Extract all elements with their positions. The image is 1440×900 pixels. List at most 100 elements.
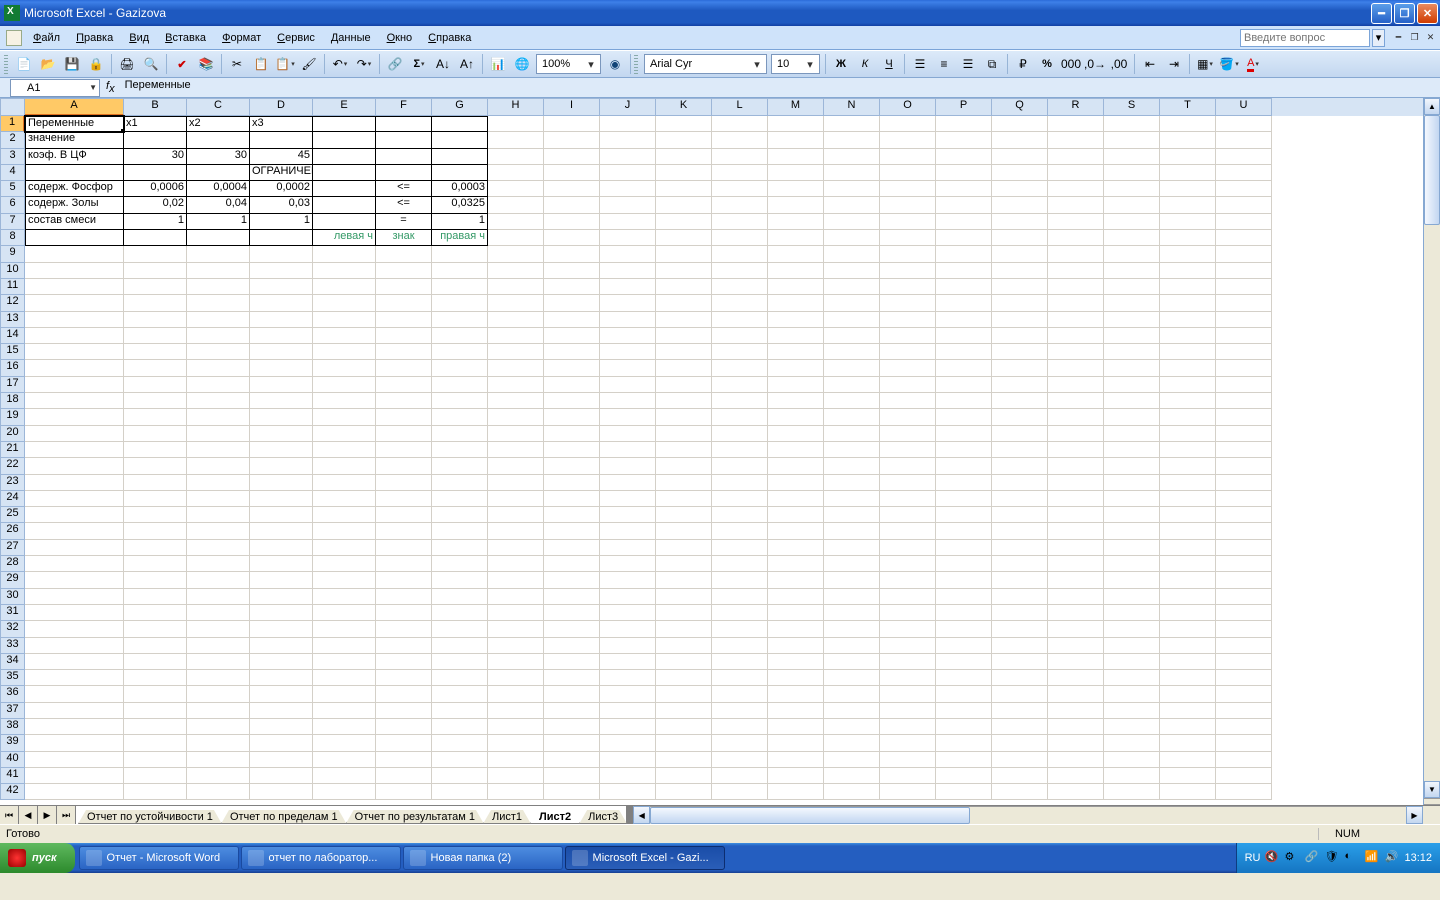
column-header-D[interactable]: D (250, 98, 313, 116)
cell-T19[interactable] (1160, 409, 1216, 425)
cell-N25[interactable] (824, 507, 880, 523)
cell-S25[interactable] (1104, 507, 1160, 523)
cell-U21[interactable] (1216, 442, 1272, 458)
taskbar-button[interactable]: Новая папка (2) (403, 846, 563, 870)
cell-G37[interactable] (432, 703, 488, 719)
cell-E40[interactable] (313, 752, 376, 768)
cell-M7[interactable] (768, 214, 824, 230)
cell-L37[interactable] (712, 703, 768, 719)
row-header-3[interactable]: 3 (0, 149, 25, 165)
cell-I42[interactable] (544, 784, 600, 800)
cell-J36[interactable] (600, 686, 656, 702)
cell-R30[interactable] (1048, 589, 1104, 605)
tab-nav-last[interactable]: ⏭ (57, 806, 76, 824)
menu-окно[interactable]: Окно (380, 29, 420, 47)
row-header-33[interactable]: 33 (0, 638, 25, 654)
cell-S18[interactable] (1104, 393, 1160, 409)
row-header-6[interactable]: 6 (0, 197, 25, 213)
cell-R32[interactable] (1048, 621, 1104, 637)
cell-I41[interactable] (544, 768, 600, 784)
cell-N8[interactable] (824, 230, 880, 246)
cell-J22[interactable] (600, 458, 656, 474)
cell-L15[interactable] (712, 344, 768, 360)
cell-L42[interactable] (712, 784, 768, 800)
align-center-button[interactable]: ≡ (933, 53, 955, 75)
comma-button[interactable]: 000 (1060, 53, 1082, 75)
cell-R38[interactable] (1048, 719, 1104, 735)
cell-G35[interactable] (432, 670, 488, 686)
cell-D5[interactable]: 0,0002 (250, 181, 313, 197)
currency-button[interactable]: ₽ (1012, 53, 1034, 75)
cell-R34[interactable] (1048, 654, 1104, 670)
cell-U23[interactable] (1216, 475, 1272, 491)
cell-E39[interactable] (313, 735, 376, 751)
cell-B41[interactable] (124, 768, 187, 784)
cell-G41[interactable] (432, 768, 488, 784)
cell-E18[interactable] (313, 393, 376, 409)
select-all-corner[interactable] (0, 98, 25, 116)
cell-E21[interactable] (313, 442, 376, 458)
cell-E32[interactable] (313, 621, 376, 637)
column-header-F[interactable]: F (376, 98, 432, 116)
cell-H1[interactable] (488, 116, 544, 132)
cell-K37[interactable] (656, 703, 712, 719)
cell-N7[interactable] (824, 214, 880, 230)
cell-O32[interactable] (880, 621, 936, 637)
cell-Q17[interactable] (992, 377, 1048, 393)
cell-C4[interactable] (187, 165, 250, 181)
cell-O21[interactable] (880, 442, 936, 458)
cell-K38[interactable] (656, 719, 712, 735)
cell-L26[interactable] (712, 523, 768, 539)
column-header-P[interactable]: P (936, 98, 992, 116)
cell-M31[interactable] (768, 605, 824, 621)
undo-button[interactable]: ↶▾ (329, 53, 351, 75)
cell-C22[interactable] (187, 458, 250, 474)
cell-O26[interactable] (880, 523, 936, 539)
italic-button[interactable]: К (854, 53, 876, 75)
cell-J24[interactable] (600, 491, 656, 507)
cell-O19[interactable] (880, 409, 936, 425)
cell-L31[interactable] (712, 605, 768, 621)
cell-H31[interactable] (488, 605, 544, 621)
cell-C33[interactable] (187, 638, 250, 654)
cell-L21[interactable] (712, 442, 768, 458)
cell-K33[interactable] (656, 638, 712, 654)
cell-I34[interactable] (544, 654, 600, 670)
cell-E42[interactable] (313, 784, 376, 800)
cell-K9[interactable] (656, 246, 712, 262)
cell-R13[interactable] (1048, 312, 1104, 328)
cell-S6[interactable] (1104, 197, 1160, 213)
cell-H26[interactable] (488, 523, 544, 539)
cell-T12[interactable] (1160, 295, 1216, 311)
cell-G4[interactable] (432, 165, 488, 181)
cell-A6[interactable]: содерж. Золы (25, 197, 124, 213)
cell-D18[interactable] (250, 393, 313, 409)
cell-P32[interactable] (936, 621, 992, 637)
cell-B24[interactable] (124, 491, 187, 507)
cell-N11[interactable] (824, 279, 880, 295)
cell-U25[interactable] (1216, 507, 1272, 523)
cell-F18[interactable] (376, 393, 432, 409)
cell-B26[interactable] (124, 523, 187, 539)
cell-M27[interactable] (768, 540, 824, 556)
cell-J7[interactable] (600, 214, 656, 230)
cell-E14[interactable] (313, 328, 376, 344)
cell-M9[interactable] (768, 246, 824, 262)
cell-E35[interactable] (313, 670, 376, 686)
scroll-up-button[interactable]: ▲ (1424, 98, 1440, 115)
cell-F30[interactable] (376, 589, 432, 605)
cell-Q4[interactable] (992, 165, 1048, 181)
cell-C30[interactable] (187, 589, 250, 605)
cell-J19[interactable] (600, 409, 656, 425)
cell-J18[interactable] (600, 393, 656, 409)
cell-S14[interactable] (1104, 328, 1160, 344)
cell-L6[interactable] (712, 197, 768, 213)
cell-A5[interactable]: содерж. Фосфор (25, 181, 124, 197)
row-header-27[interactable]: 27 (0, 540, 25, 556)
cell-J39[interactable] (600, 735, 656, 751)
cell-G34[interactable] (432, 654, 488, 670)
cell-B35[interactable] (124, 670, 187, 686)
cell-T28[interactable] (1160, 556, 1216, 572)
cell-P3[interactable] (936, 149, 992, 165)
help-dropdown-button[interactable]: ▾ (1372, 29, 1385, 47)
